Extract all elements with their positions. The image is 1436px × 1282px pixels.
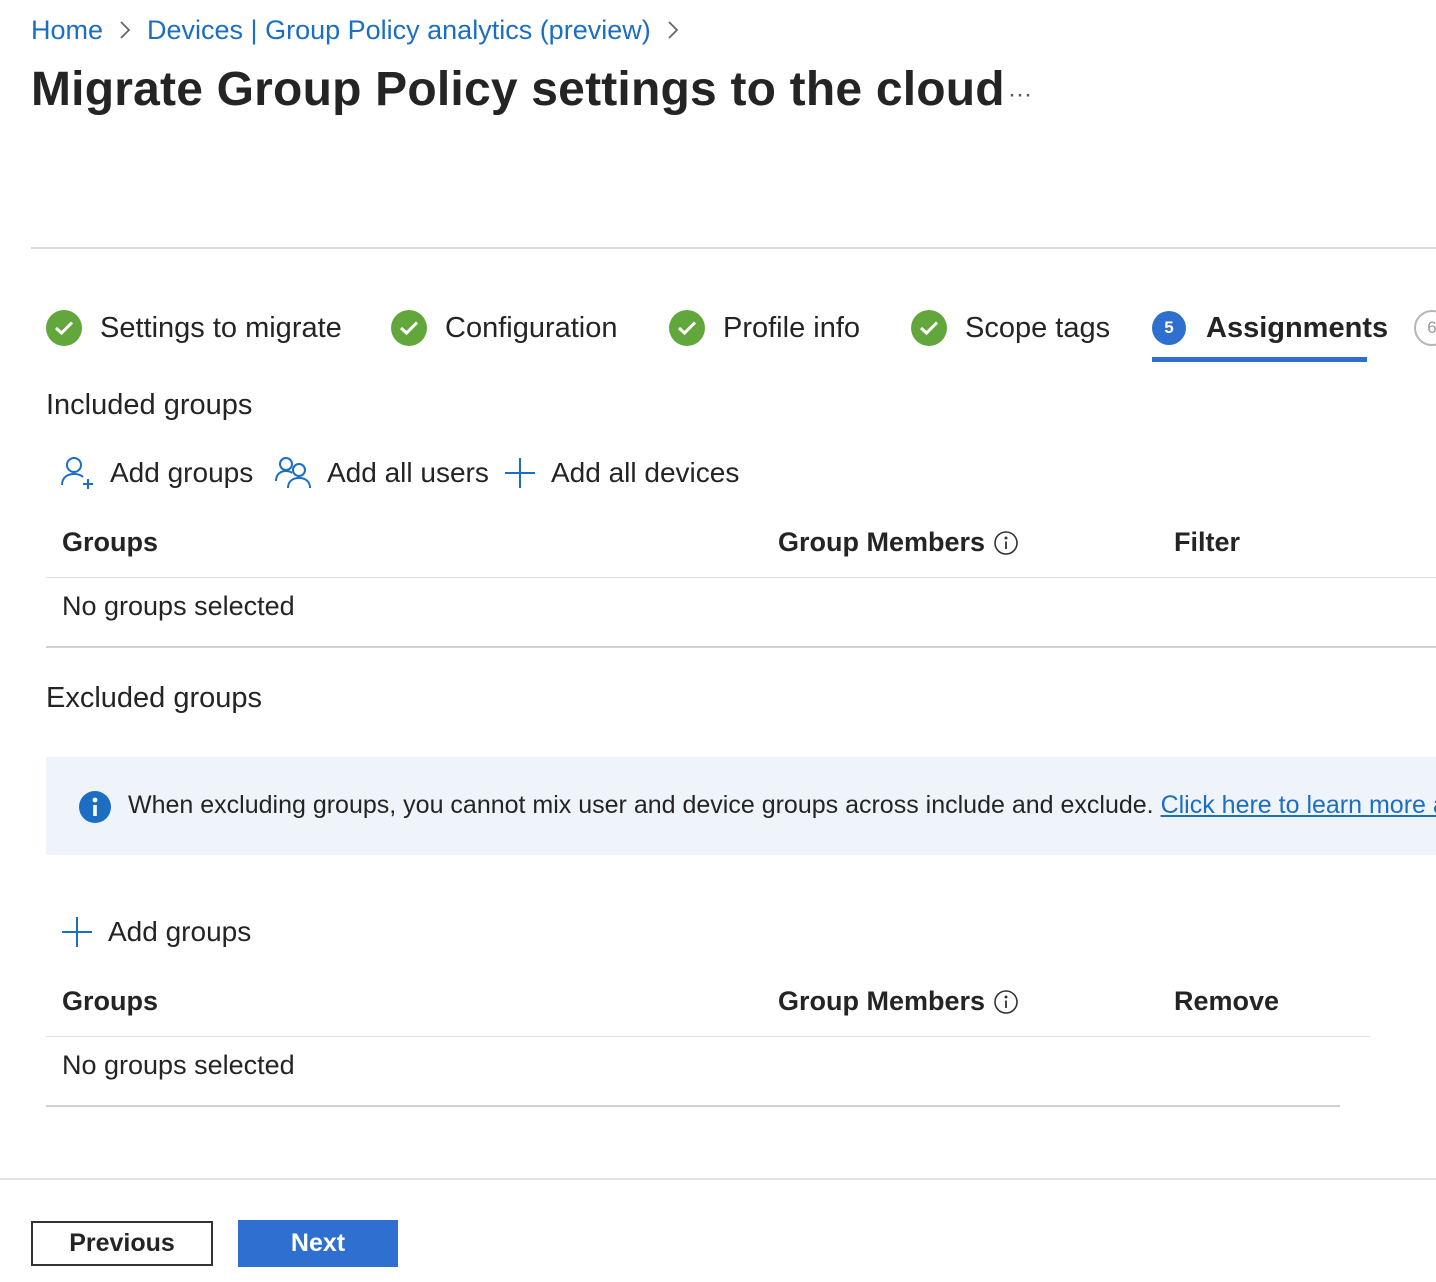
column-header-remove[interactable]: Remove	[1174, 986, 1279, 1017]
column-header-label: Group Members	[778, 527, 986, 557]
checkmark-icon	[669, 310, 705, 346]
add-excluded-groups-button[interactable]: Add groups	[60, 912, 251, 952]
info-filled-icon	[79, 791, 111, 823]
active-step-indicator	[1152, 357, 1367, 362]
breadcrumb: Home Devices | Group Policy analytics (p…	[31, 12, 695, 48]
step-label: Settings to migrate	[100, 311, 342, 344]
column-header-group-members[interactable]: Group Members	[778, 986, 1019, 1017]
table-bottom-divider	[46, 1105, 1340, 1107]
column-header-group-members[interactable]: Group Members	[778, 527, 1019, 558]
add-person-icon	[60, 455, 96, 491]
step-assignments[interactable]: 5 Assignments	[1152, 304, 1388, 352]
checkmark-icon	[911, 310, 947, 346]
info-icon[interactable]	[993, 530, 1019, 556]
header-divider	[31, 247, 1436, 249]
add-all-devices-button[interactable]: Add all devices	[503, 453, 739, 493]
people-icon	[275, 455, 313, 491]
add-groups-label: Add groups	[108, 916, 252, 947]
table-header-divider	[46, 577, 1436, 578]
info-banner: When excluding groups, you cannot mix us…	[46, 757, 1436, 855]
add-groups-button[interactable]: Add groups	[60, 453, 253, 493]
step-profile-info[interactable]: Profile info	[669, 304, 860, 352]
checkmark-icon	[46, 310, 82, 346]
plus-icon	[60, 915, 94, 949]
step-settings-to-migrate[interactable]: Settings to migrate	[46, 304, 342, 352]
add-all-users-button[interactable]: Add all users	[275, 453, 489, 493]
step-label: Assignments	[1206, 311, 1389, 344]
page-title: Migrate Group Policy settings to the clo…	[31, 63, 1005, 116]
column-header-groups[interactable]: Groups	[62, 527, 158, 558]
banner-message: When excluding groups, you cannot mix us…	[128, 791, 1436, 820]
table-bottom-divider	[46, 646, 1436, 648]
step-number-badge: 5	[1152, 311, 1186, 345]
step-label: Profile info	[723, 311, 861, 344]
step-label: Configuration	[445, 311, 618, 344]
footer-divider	[0, 1178, 1436, 1180]
previous-button[interactable]: Previous	[31, 1221, 213, 1266]
step-review[interactable]: 6	[1414, 304, 1436, 352]
info-icon[interactable]	[993, 989, 1019, 1015]
plus-icon	[503, 456, 537, 490]
more-options-button[interactable]: ···	[1002, 80, 1038, 110]
step-scope-tags[interactable]: Scope tags	[911, 304, 1110, 352]
step-configuration[interactable]: Configuration	[391, 304, 618, 352]
column-header-groups[interactable]: Groups	[62, 986, 158, 1017]
excluded-groups-title: Excluded groups	[46, 682, 263, 714]
chevron-right-icon	[651, 19, 695, 41]
step-label: Scope tags	[965, 311, 1111, 344]
chevron-right-icon	[103, 19, 147, 41]
column-header-label: Group Members	[778, 986, 986, 1016]
learn-more-link[interactable]: Click here to learn more about	[1161, 791, 1436, 819]
add-all-devices-label: Add all devices	[551, 457, 740, 488]
breadcrumb-group-policy-analytics[interactable]: Devices | Group Policy analytics (previe…	[147, 15, 651, 46]
excluded-empty-message: No groups selected	[62, 1050, 295, 1080]
column-header-filter[interactable]: Filter	[1174, 527, 1240, 558]
add-groups-label: Add groups	[110, 457, 254, 488]
checkmark-icon	[391, 310, 427, 346]
add-all-users-label: Add all users	[327, 457, 489, 488]
step-number-badge: 6	[1414, 310, 1436, 346]
included-empty-message: No groups selected	[62, 591, 295, 621]
next-button[interactable]: Next	[238, 1220, 398, 1267]
banner-text: When excluding groups, you cannot mix us…	[128, 791, 1154, 819]
included-groups-title: Included groups	[46, 389, 253, 421]
breadcrumb-home[interactable]: Home	[31, 15, 103, 46]
table-header-divider	[46, 1036, 1370, 1037]
